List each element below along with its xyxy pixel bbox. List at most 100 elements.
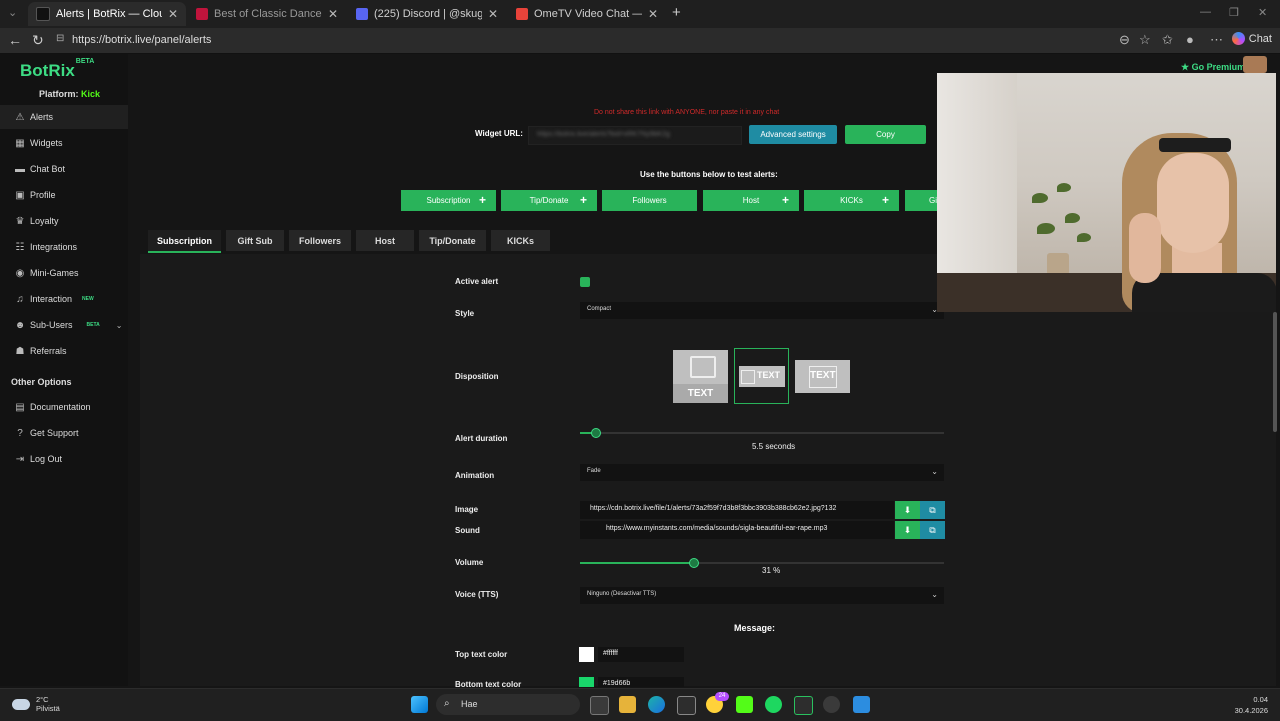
help-icon: ? bbox=[17, 427, 23, 439]
go-premium-link[interactable]: ★ Go Premium bbox=[1181, 62, 1245, 73]
animation-select[interactable]: Fade ⌄ bbox=[580, 464, 944, 481]
image-upload-button[interactable]: ⬇ bbox=[895, 501, 920, 519]
browser-tab-ometv[interactable]: OmeTV Video Chat — Omegle ✕ bbox=[508, 2, 666, 26]
tab-host[interactable]: Host bbox=[356, 230, 414, 251]
test-host-button[interactable]: Host + bbox=[703, 190, 799, 211]
profile-avatar-icon[interactable]: ● bbox=[1186, 32, 1194, 47]
close-tab-icon[interactable]: ✕ bbox=[648, 7, 658, 21]
style-label: Style bbox=[455, 309, 475, 318]
active-alert-label: Active alert bbox=[455, 277, 499, 286]
close-tab-icon[interactable]: ✕ bbox=[168, 7, 178, 21]
bottom-text-color-field[interactable]: #19d66b bbox=[598, 677, 684, 687]
advanced-settings-button[interactable]: Advanced settings bbox=[749, 125, 837, 144]
favorite-star-icon[interactable]: ☆ bbox=[1139, 32, 1151, 48]
system-clock[interactable]: 0.04 30.4.2026 bbox=[1235, 694, 1268, 716]
copy-button[interactable]: Copy bbox=[845, 125, 926, 144]
chevron-down-icon: ⌄ bbox=[931, 590, 938, 599]
file-explorer-icon[interactable] bbox=[619, 696, 636, 713]
edge-browser-icon[interactable] bbox=[648, 696, 665, 713]
tab-tip-donate[interactable]: Tip/Donate bbox=[419, 230, 486, 251]
sidebar-item-label: Chat Bot bbox=[30, 164, 66, 174]
weather-widget[interactable]: 2°C Pilvistä bbox=[12, 695, 60, 713]
test-tip-button[interactable]: Tip/Donate + bbox=[501, 190, 597, 211]
minimize-icon[interactable]: — bbox=[1200, 6, 1211, 18]
botrix-logo[interactable]: BotRixBETA bbox=[20, 58, 94, 81]
tab-subscription[interactable]: Subscription bbox=[148, 230, 221, 253]
browser-tab-botrix[interactable]: Alerts | BotRix — Cloud Streaming ✕ bbox=[28, 2, 186, 26]
sidebar-item-profile[interactable]: ▣ Profile bbox=[0, 183, 128, 207]
image-url-field[interactable]: https://cdn.botrix.live/file/1/alerts/73… bbox=[580, 501, 894, 519]
test-subscription-button[interactable]: Subscription + bbox=[401, 190, 496, 211]
restore-icon[interactable]: ❐ bbox=[1229, 6, 1239, 19]
new-tab-icon[interactable]: + bbox=[672, 4, 681, 21]
close-tab-icon[interactable]: ✕ bbox=[488, 7, 498, 21]
widget-url-field[interactable]: https://botrix.live/alerts?bid=xRK7Ny9bK… bbox=[528, 126, 742, 145]
test-gift-button[interactable]: Gi bbox=[905, 190, 937, 211]
obs-app-icon[interactable] bbox=[794, 696, 813, 715]
alert-duration-slider[interactable] bbox=[580, 432, 944, 434]
user-avatar[interactable] bbox=[1243, 56, 1267, 73]
favorites-icon[interactable]: ✩ bbox=[1162, 32, 1173, 48]
more-menu-icon[interactable]: ⋯ bbox=[1210, 32, 1223, 48]
sidebar-item-chat-bot[interactable]: ▬ Chat Bot bbox=[0, 157, 128, 181]
sidebar-item-alerts[interactable]: ⚠ Alerts bbox=[0, 105, 128, 129]
bottom-text-color-swatch[interactable] bbox=[579, 677, 594, 687]
top-text-color-field[interactable]: #ffffff bbox=[598, 647, 684, 662]
close-tab-icon[interactable]: ✕ bbox=[328, 7, 338, 21]
sidebar-item-documentation[interactable]: ▤ Documentation bbox=[0, 395, 128, 419]
test-kicks-button[interactable]: KICKs + bbox=[804, 190, 899, 211]
back-icon[interactable]: ← bbox=[8, 32, 22, 48]
sidebar-item-log-out[interactable]: ⇥ Log Out bbox=[0, 447, 128, 471]
clock-time: 0.04 bbox=[1253, 695, 1268, 704]
site-info-icon[interactable]: ⊟ bbox=[56, 33, 64, 44]
tab-list-icon[interactable]: ⌄ bbox=[8, 6, 17, 19]
image-gallery-button[interactable]: ⧉ bbox=[920, 501, 945, 519]
reload-icon[interactable]: ↻ bbox=[32, 32, 44, 49]
windows-start-icon[interactable] bbox=[411, 696, 428, 713]
gallery-icon: ⧉ bbox=[929, 524, 936, 535]
style-select[interactable]: Compact ⌄ bbox=[580, 302, 944, 319]
browser-tab-discord[interactable]: (225) Discord | @skugge ✕ bbox=[348, 2, 506, 26]
sidebar-item-mini-games[interactable]: ◉ Mini-Games bbox=[0, 261, 128, 285]
sidebar-item-referrals[interactable]: ☗ Referrals bbox=[0, 339, 128, 363]
sidebar-item-integrations[interactable]: ☷ Integrations bbox=[0, 235, 128, 259]
sidebar-item-widgets[interactable]: ▦ Widgets bbox=[0, 131, 128, 155]
page-scrollbar[interactable] bbox=[1273, 312, 1277, 432]
disposition-image-top-option[interactable]: TEXT bbox=[673, 350, 728, 403]
sidebar-item-get-support[interactable]: ? Get Support bbox=[0, 421, 128, 445]
browser-tab-bar: ⌄ Alerts | BotRix — Cloud Streaming ✕ Be… bbox=[0, 0, 1280, 28]
spotify-icon[interactable] bbox=[765, 696, 782, 713]
url-field[interactable]: ⊟ https://botrix.live/panel/alerts bbox=[50, 30, 1250, 50]
browser-tab-music[interactable]: Best of Classic Dance & House 80 ✕ bbox=[188, 2, 346, 26]
sound-upload-button[interactable]: ⬇ bbox=[895, 521, 920, 539]
test-followers-button[interactable]: Followers bbox=[602, 190, 697, 211]
disposition-image-left-option[interactable]: TEXT bbox=[734, 348, 789, 404]
zoom-icon[interactable]: ⊖ bbox=[1119, 32, 1130, 48]
sidebar-item-sub-users[interactable]: ☻ Sub-Users BETA ⌄ bbox=[0, 313, 128, 337]
window-close-icon[interactable]: ✕ bbox=[1258, 6, 1267, 19]
chevron-down-icon[interactable]: ⌄ bbox=[116, 321, 123, 330]
tab-kicks[interactable]: KICKs bbox=[491, 230, 550, 251]
paint-app-icon[interactable] bbox=[853, 696, 870, 713]
tab-gift-sub[interactable]: Gift Sub bbox=[226, 230, 284, 251]
alert-duration-handle[interactable] bbox=[590, 428, 601, 438]
sound-gallery-button[interactable]: ⧉ bbox=[920, 521, 945, 539]
copilot-chat-button[interactable]: Chat bbox=[1231, 32, 1272, 45]
taskbar-search[interactable]: ⌕ Hae bbox=[436, 694, 580, 715]
sidebar-item-interaction[interactable]: ♫ Interaction NEW bbox=[0, 287, 128, 311]
tab-followers[interactable]: Followers bbox=[289, 230, 351, 251]
active-alert-checkbox[interactable] bbox=[580, 277, 590, 287]
microsoft-store-icon[interactable] bbox=[677, 696, 696, 715]
chat-icon: ▬ bbox=[15, 163, 25, 175]
top-text-color-swatch[interactable] bbox=[579, 647, 594, 662]
kick-app-icon[interactable] bbox=[736, 696, 753, 713]
sound-url-field[interactable]: https://www.myinstants.com/media/sounds/… bbox=[580, 521, 894, 539]
task-view-icon[interactable] bbox=[590, 696, 609, 715]
tab-label: Subscription bbox=[156, 235, 212, 246]
volume-handle[interactable] bbox=[688, 558, 699, 568]
voice-tts-select[interactable]: Ninguno (Desactivar TTS) ⌄ bbox=[580, 587, 944, 604]
disposition-image-overlay-option[interactable]: TEXT bbox=[795, 360, 850, 393]
sidebar-item-loyalty[interactable]: ♛ Loyalty bbox=[0, 209, 128, 233]
webcam-app-icon[interactable] bbox=[823, 696, 840, 713]
sidebar-item-label: Profile bbox=[30, 190, 56, 200]
